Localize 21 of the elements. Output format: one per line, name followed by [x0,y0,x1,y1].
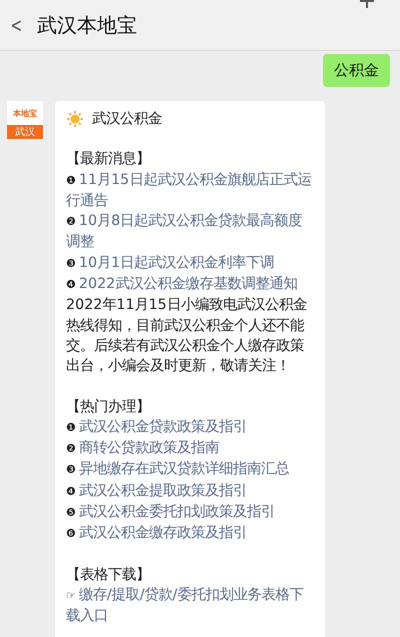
section-heading: 【热门办理】 [66,398,151,417]
article-link[interactable]: ❹ 2022武汉公积金缴存基数调整通知 [66,274,316,296]
article-link[interactable]: ❷ 商转公贷款政策及指南 [66,438,316,460]
article-link[interactable]: ❸ 10月1日起武汉公积金利率下调 [66,252,316,274]
sun-icon [66,110,84,128]
article-link[interactable]: ❶ 11月15日起武汉公积金旗舰店正式运行通告 [66,170,316,212]
message-bubble: 公积金 [323,54,390,87]
section-heading: 【最新消息】 [66,150,151,170]
article-link[interactable]: ☞ 缴存/提取/贷款/委托扣划业务表格下载入口 [66,584,316,627]
article-link[interactable]: ❶ 武汉公积金贷款政策及指引 [66,416,316,438]
article-link[interactable]: ❻ 武汉公积金缴存政策及指引 [66,523,316,545]
chat-title: 武汉本地宝 [36,12,137,38]
article-link[interactable]: ❸ 异地缴存在武汉贷款详细指南汇总 [66,459,316,481]
notice-text: 2022年11月15日小编致电武汉公积金热线得知，目前武汉公积金个人还不能交。后续若有武汉公积金个人缴存政策出台，小编会及时更新，敬请关注！ [66,296,308,376]
section-heading: 【表格下载】 [66,566,151,585]
back-button[interactable]: < [10,13,22,37]
avatar: 本地宝 武汉 [7,101,43,139]
article-link[interactable]: ❷ 10月8日起武汉公积金贷款最高额度调整 [66,211,316,253]
article-link[interactable]: ❹ 武汉公积金提取政策及指引 [66,480,316,502]
article-link[interactable]: ❺ 武汉公积金委托扣划政策及指引 [66,502,316,524]
card-title: 武汉公积金 [92,110,162,129]
